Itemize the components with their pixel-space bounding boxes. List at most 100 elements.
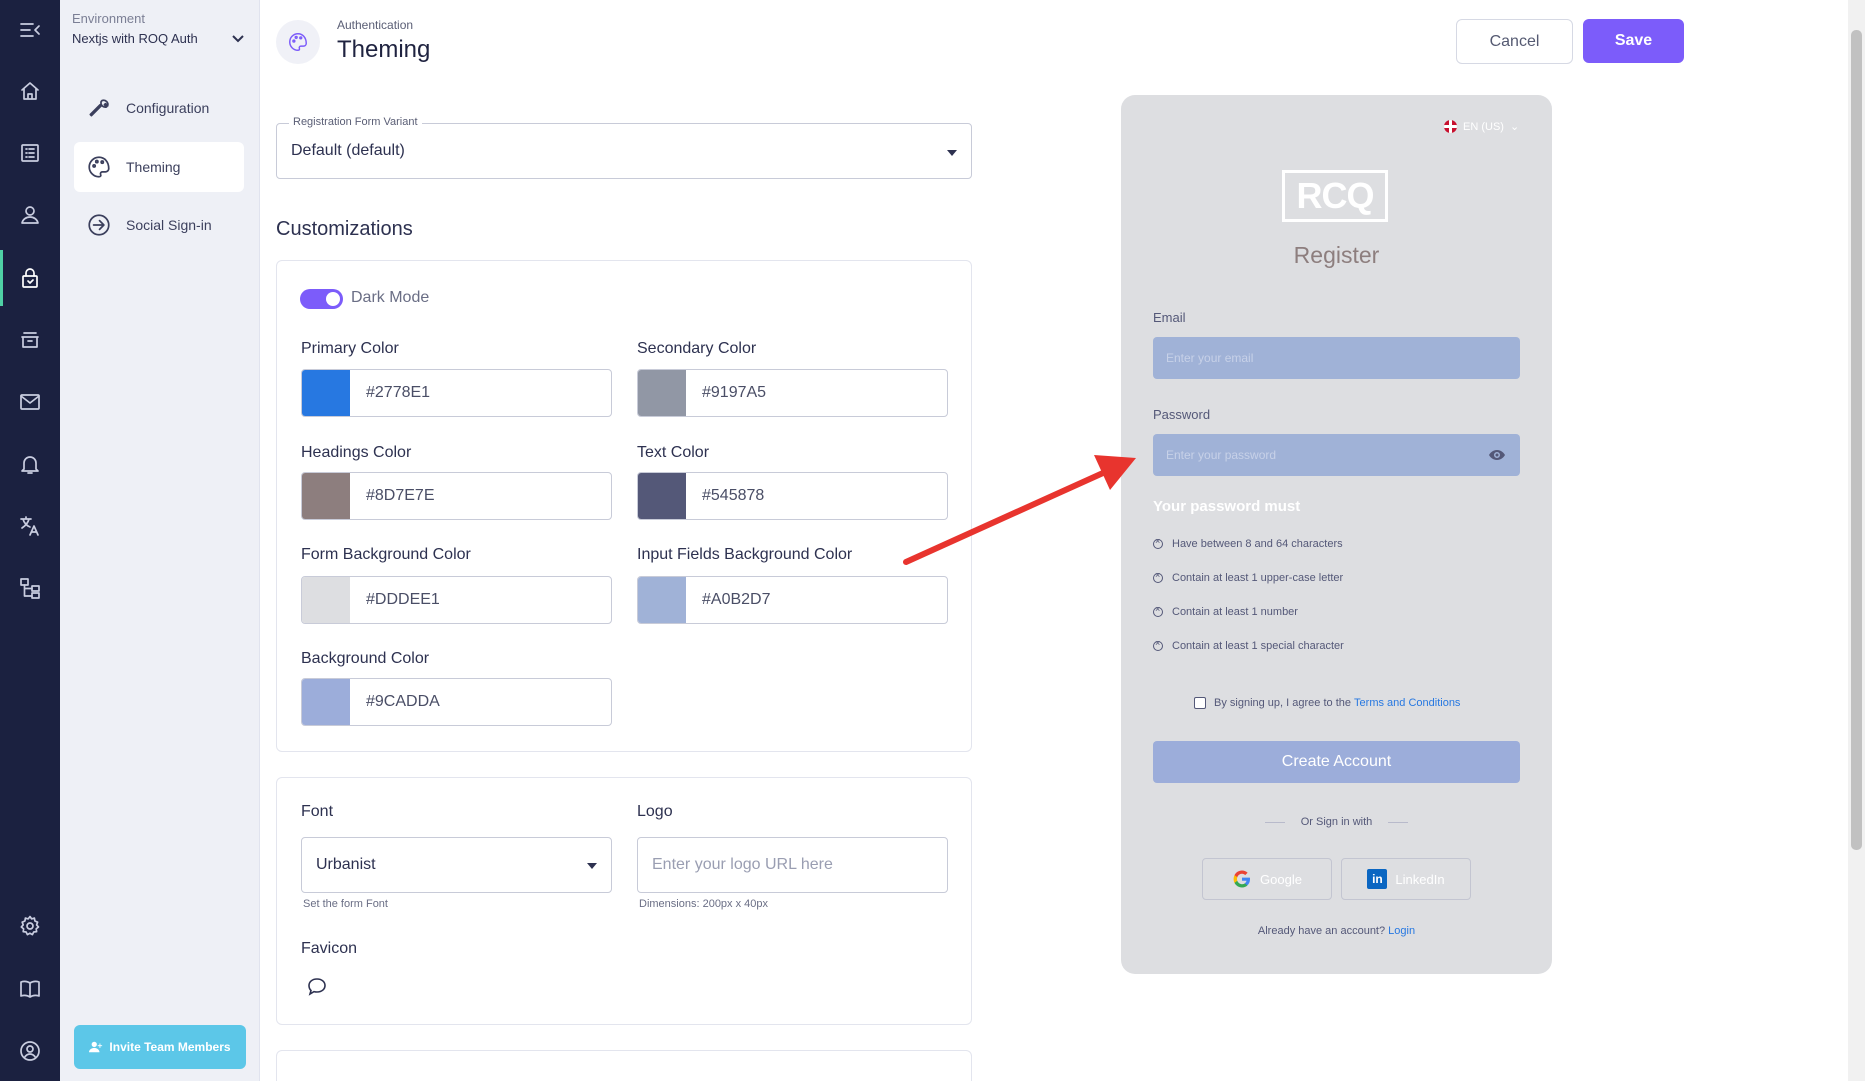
text-color-value: #545878 [702,487,765,504]
variant-label: Registration Form Variant [289,116,422,128]
dark-mode-toggle[interactable] [300,289,343,309]
font-label: Font [301,803,334,820]
archive-icon[interactable] [0,320,60,360]
nav-item-theming[interactable]: Theming [74,142,244,192]
linkedin-icon: in [1367,869,1388,889]
nav-item-label: Social Sign-in [126,217,212,233]
terms-checkbox[interactable] [1194,697,1206,709]
customizations-title: Customizations [276,218,413,240]
bell-icon[interactable] [0,444,60,484]
lock-icon[interactable] [0,250,60,306]
gear-icon[interactable] [0,906,60,946]
translate-icon[interactable] [0,506,60,546]
variant-value: Default (default) [291,142,405,159]
form-background-color-value: #DDDEE1 [366,591,440,608]
nav-item-label: Theming [126,159,181,175]
font-select[interactable]: Urbanist [301,837,612,893]
palette-icon [276,20,320,64]
google-icon [1233,870,1251,888]
password-rules-title: Your password must [1153,498,1301,515]
caret-down-icon [947,150,957,156]
x-circle-icon [1153,638,1163,651]
uk-flag-icon [1444,120,1457,133]
password-rule: Contain at least 1 number [1153,604,1298,618]
terms-link[interactable]: Terms and Conditions [1354,697,1460,709]
primary-color-field[interactable]: #2778E1 [301,369,612,417]
book-icon[interactable] [0,969,60,1009]
primary-color-value: #2778E1 [366,384,431,401]
x-circle-icon [1153,604,1163,617]
icon-rail [0,0,60,1081]
caret-down-icon [587,863,597,869]
email-input[interactable]: Enter your email [1153,337,1520,379]
linkedin-signin-button[interactable]: in LinkedIn [1341,858,1471,900]
text-color-swatch[interactable] [638,473,686,519]
hierarchy-icon[interactable] [0,568,60,608]
headings-color-label: Headings Color [301,444,412,461]
add-user-icon [89,1041,103,1053]
chevron-down-icon[interactable] [230,30,246,46]
form-background-color-swatch[interactable] [302,577,350,623]
logo-url-input[interactable]: Enter your logo URL here [637,837,948,893]
eye-icon[interactable] [1488,447,1506,463]
secondary-color-label: Secondary Color [637,340,757,357]
scrollbar-thumb[interactable] [1851,30,1862,850]
page-title: Theming [337,36,431,63]
input-fields-background-color-label: Input Fields Background Color [637,546,853,563]
text-color-field[interactable]: #545878 [637,472,948,520]
headings-color-swatch[interactable] [302,473,350,519]
or-divider: Or Sign in with [1121,816,1552,828]
list-icon[interactable] [0,133,60,173]
x-circle-icon [1153,570,1163,583]
logo-helper-text: Dimensions: 200px x 40px [639,898,769,910]
create-account-button[interactable]: Create Account [1153,741,1520,783]
password-rule: Contain at least 1 special character [1153,638,1344,652]
registration-form-variant-select[interactable]: Registration Form Variant Default (defau… [276,116,972,179]
background-color-value: #9CADDA [366,693,440,710]
breadcrumb: Authentication [337,18,414,32]
account-circle-icon[interactable] [0,1031,60,1071]
favicon-chat-icon[interactable] [305,975,329,999]
login-prompt: Already have an account? Login [1257,925,1416,937]
favicon-label: Favicon [301,940,358,957]
password-label: Password [1153,407,1211,422]
registration-preview: EN (US) ⌄ RCQ Register Email Enter your … [1121,95,1552,974]
primary-color-swatch[interactable] [302,370,350,416]
home-icon[interactable] [0,71,60,111]
register-title: Register [1293,242,1380,268]
logo: RCQ [1282,170,1388,222]
user-icon[interactable] [0,195,60,235]
nav-item-configuration[interactable]: Configuration [74,83,244,133]
google-signin-button[interactable]: Google [1202,858,1332,900]
chevron-down-icon: ⌄ [1509,121,1520,133]
input-fields-background-color-swatch[interactable] [638,577,686,623]
logo-url-placeholder: Enter your logo URL here [652,856,833,873]
input-fields-background-color-field[interactable]: #A0B2D7 [637,576,948,624]
language-selector[interactable]: EN (US) ⌄ [1444,120,1519,133]
font-value: Urbanist [316,856,376,873]
nav-item-label: Configuration [126,100,210,116]
save-button[interactable]: Save [1583,19,1684,63]
menu-collapse-icon[interactable] [0,10,60,50]
nav-item-social-sign-in[interactable]: Social Sign-in [74,200,244,250]
cancel-button[interactable]: Cancel [1456,19,1573,64]
password-rule: Contain at least 1 upper-case letter [1153,570,1343,584]
secondary-color-field[interactable]: #9197A5 [637,369,948,417]
secondary-color-value: #9197A5 [702,384,767,401]
background-color-swatch[interactable] [302,679,350,725]
dark-mode-label: Dark Mode [351,289,430,306]
secondary-color-swatch[interactable] [638,370,686,416]
headings-color-field[interactable]: #8D7E7E [301,472,612,520]
environment-selector[interactable]: Nextjs with ROQ Auth [72,31,198,46]
background-color-label: Background Color [301,650,430,667]
sign-in-icon [88,214,110,236]
form-background-color-field[interactable]: #DDDEE1 [301,576,612,624]
login-link[interactable]: Login [1388,925,1415,937]
input-fields-background-color-value: #A0B2D7 [702,591,771,608]
password-input[interactable]: Enter your password [1153,434,1520,476]
mail-icon[interactable] [0,382,60,422]
invite-team-members-button[interactable]: Invite Team Members [74,1025,246,1069]
logo-label: Logo [637,803,673,820]
form-background-color-label: Form Background Color [301,546,471,563]
background-color-field[interactable]: #9CADDA [301,678,612,726]
